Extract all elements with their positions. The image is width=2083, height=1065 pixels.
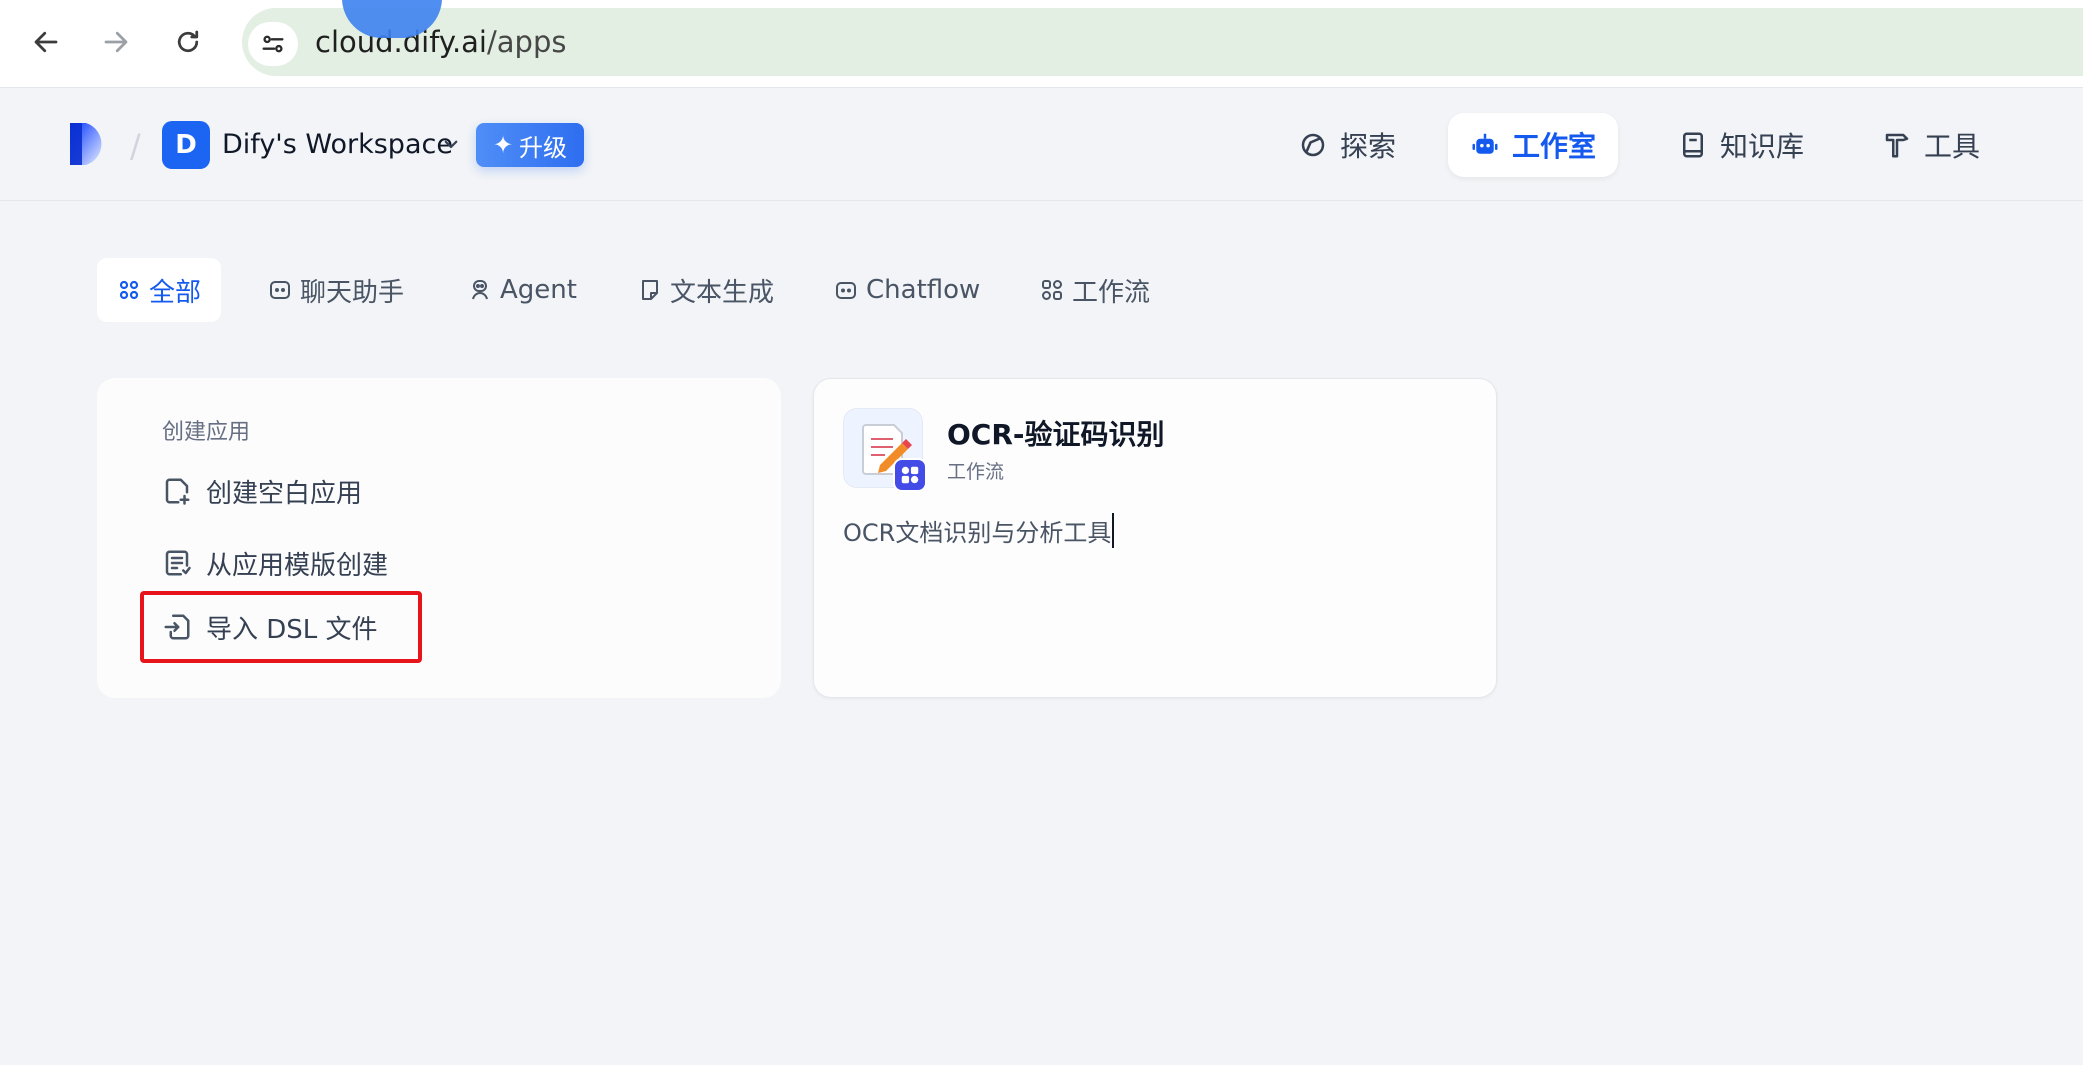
chevron-down-icon[interactable] (442, 135, 460, 153)
tab-label: Chatflow (866, 275, 981, 305)
tab-all[interactable]: 全部 (97, 258, 222, 322)
app-type: 工作流 (947, 461, 1005, 483)
nav-explore[interactable]: 探索 (1276, 113, 1418, 177)
tab-label: 文本生成 (670, 277, 775, 308)
workflow-badge (893, 458, 927, 492)
create-item-label: 创建空白应用 (206, 478, 363, 509)
app-card[interactable]: OCR-验证码识别 工作流 OCR文档识别与分析工具 (813, 378, 1497, 698)
tab-label: 全部 (149, 277, 202, 308)
app-description[interactable]: OCR文档识别与分析工具 (843, 513, 1115, 548)
reload-icon (177, 30, 199, 53)
upgrade-label: 升级 (519, 133, 568, 162)
create-app-title: 创建应用 (162, 420, 251, 445)
site-info-button[interactable] (248, 22, 298, 66)
tab-chatflow[interactable]: Chatflow (814, 258, 1000, 322)
nav-label: 工作室 (1512, 130, 1597, 163)
tune-icon (262, 35, 284, 53)
arrow-right-icon (104, 31, 128, 53)
back-button[interactable] (18, 18, 74, 66)
chat-icon (270, 281, 290, 299)
nav-label: 工具 (1924, 130, 1981, 163)
url-path: /apps (487, 25, 567, 59)
highlight-annotation (140, 591, 422, 663)
browser-toolbar: cloud.dify.ai/apps (0, 0, 2083, 88)
tab-workflow[interactable]: 工作流 (1020, 258, 1170, 322)
chatflow-icon (836, 282, 856, 299)
forward-button[interactable] (88, 18, 144, 66)
tab-label: Agent (500, 275, 577, 305)
file-plus-icon (165, 478, 190, 505)
workflow-badge-icon (901, 466, 919, 484)
template-icon (165, 550, 191, 576)
upgrade-button[interactable]: ✦ 升级 (476, 123, 584, 167)
nav-label: 知识库 (1720, 130, 1805, 163)
arrow-left-icon (34, 31, 58, 53)
tab-text-generation[interactable]: 文本生成 (618, 258, 794, 322)
create-item-label: 从应用模版创建 (206, 550, 389, 581)
nav-knowledge[interactable]: 知识库 (1656, 113, 1826, 177)
breadcrumb-separator: / (130, 127, 141, 165)
tab-agent[interactable]: Agent (448, 258, 597, 322)
nav-label: 探索 (1340, 130, 1397, 163)
workspace-name[interactable]: Dify's Workspace (222, 125, 453, 165)
workspace-avatar[interactable]: D (162, 121, 210, 169)
create-from-template[interactable]: 从应用模版创建 (162, 541, 388, 585)
robot-icon (1472, 133, 1498, 154)
create-blank-app[interactable]: 创建空白应用 (162, 469, 362, 513)
tab-label: 工作流 (1072, 277, 1151, 308)
nav-studio[interactable]: 工作室 (1448, 113, 1619, 177)
sparkle-icon: ✦ (492, 131, 514, 159)
dify-logo[interactable] (68, 121, 110, 167)
grid-icon (119, 280, 139, 300)
hammer-icon (1885, 133, 1909, 158)
agent-icon (472, 280, 488, 300)
app-name: OCR-验证码识别 (947, 418, 1165, 451)
app-header: / D Dify's Workspace ✦ 升级 探索 工作室 知识库 工具 (0, 89, 2083, 201)
book-icon (1683, 132, 1703, 158)
compass-icon (1301, 133, 1325, 157)
workflow-icon (1042, 280, 1062, 300)
url-text[interactable]: cloud.dify.ai/apps (315, 22, 566, 62)
reload-button[interactable] (160, 18, 216, 66)
tab-label: 聊天助手 (300, 277, 405, 308)
tab-chat-assistant[interactable]: 聊天助手 (248, 258, 424, 322)
file-icon (642, 280, 658, 300)
nav-tools[interactable]: 工具 (1860, 113, 2002, 177)
